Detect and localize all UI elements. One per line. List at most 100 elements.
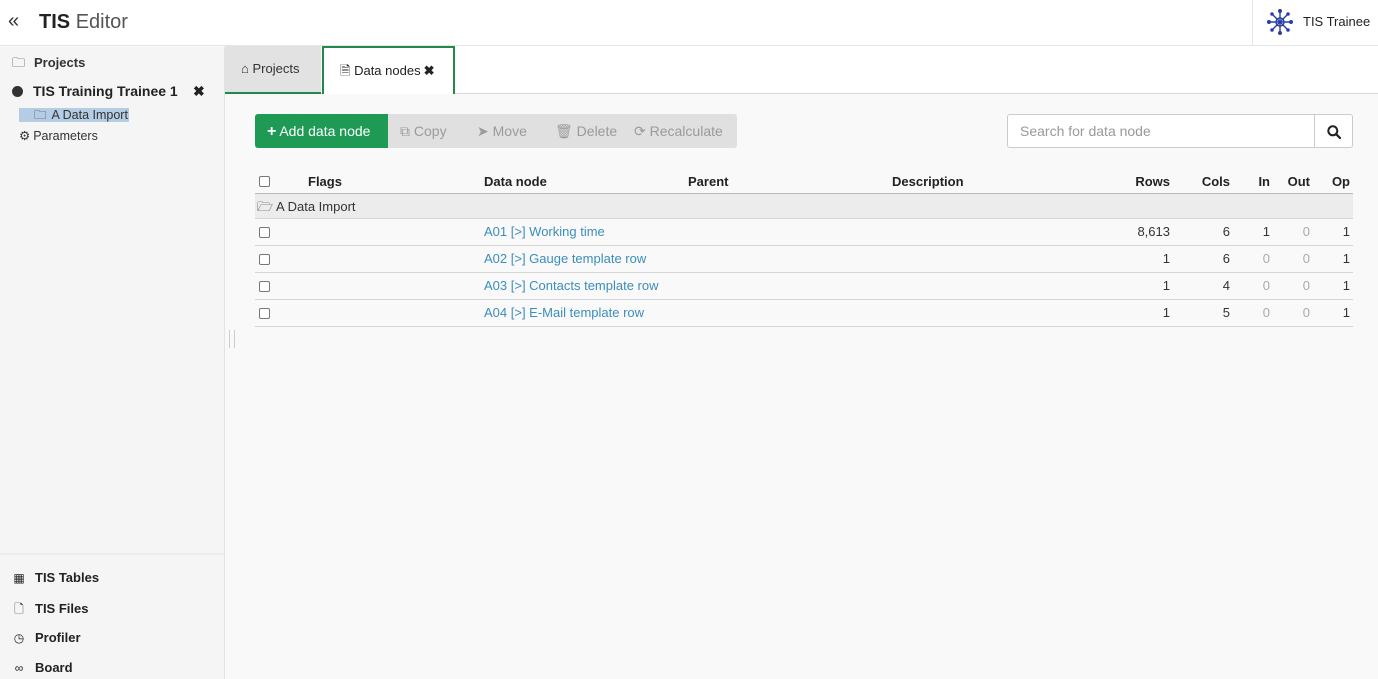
cell-rows: 1	[1162, 278, 1170, 293]
user-menu[interactable]: TIS Trainee	[1252, 0, 1378, 46]
data-node-link[interactable]: A04 [>] E-Mail template row	[484, 305, 644, 320]
search-input[interactable]	[1007, 114, 1315, 148]
sidebar-item-board[interactable]: ∞ Board	[12, 660, 73, 675]
recalculate-button[interactable]: ⟳ Recalculate	[634, 114, 723, 148]
project-dot-icon	[12, 86, 23, 97]
row-checkbox[interactable]	[259, 308, 270, 319]
app-title: TIS Editor	[39, 11, 128, 33]
cell-op: 1	[1342, 305, 1350, 320]
folder-icon: 🗀	[34, 108, 47, 122]
delete-button[interactable]: 🗑 Delete	[555, 114, 617, 148]
user-name[interactable]: TIS Trainee	[1303, 14, 1370, 29]
app-title-light: Editor	[75, 11, 128, 33]
move-button[interactable]: ➤ Move	[477, 114, 527, 148]
cell-in: 0	[1262, 278, 1270, 293]
move-label: Move	[492, 123, 527, 139]
header-rows[interactable]: Rows	[1095, 174, 1170, 189]
cell-in: 0	[1262, 305, 1270, 320]
cell-rows: 1	[1162, 305, 1170, 320]
trash-icon: 🗑	[555, 123, 573, 139]
parameters-label: Parameters	[33, 129, 98, 143]
sidebar-item-tis-tables[interactable]: ▦ TIS Tables	[12, 570, 99, 585]
select-all-checkbox[interactable]	[259, 176, 270, 187]
header-op[interactable]: Op	[1310, 174, 1350, 189]
sidebar-item-tis-files[interactable]: 🗋 TIS Files	[12, 600, 88, 621]
table-row[interactable]: A01 [>] Working time 8,613 6 1 0 1	[255, 219, 1353, 246]
search-icon	[1327, 125, 1341, 139]
sidebar-item-label: TIS Files	[35, 601, 89, 616]
cell-out: 0	[1302, 305, 1310, 320]
cell-out: 0	[1302, 251, 1310, 266]
double-chevron-left-icon[interactable]: «	[8, 11, 19, 31]
cell-op: 1	[1342, 251, 1350, 266]
search-button[interactable]	[1314, 114, 1353, 148]
row-checkbox[interactable]	[259, 254, 270, 265]
header-parent[interactable]: Parent	[688, 174, 728, 189]
sidebar-item-label: Board	[35, 660, 73, 675]
table-row[interactable]: A03 [>] Contacts template row 1 4 0 0 1	[255, 273, 1353, 300]
header-description[interactable]: Description	[892, 174, 964, 189]
sidebar-parameters[interactable]: ⚙ Parameters	[19, 128, 98, 143]
group-label: A Data Import	[276, 199, 356, 214]
plus-icon: +	[267, 123, 277, 140]
sidebar-folder-a-data-import[interactable]: 🗀 A Data Import	[19, 108, 129, 122]
cell-cols: 5	[1222, 305, 1230, 320]
cell-cols: 6	[1222, 251, 1230, 266]
cell-in: 0	[1262, 251, 1270, 266]
panel-resize-handle[interactable]	[229, 330, 235, 348]
tab-bar: ⌂ Projects 🗎 Data nodes ✖	[225, 46, 1378, 94]
tab-data-nodes[interactable]: 🗎 Data nodes ✖	[322, 46, 455, 94]
file-icon: 🗎	[340, 63, 351, 78]
sidebar-project[interactable]: TIS Training Trainee 1 ✖	[12, 83, 212, 99]
link-icon: ∞	[14, 661, 24, 675]
recalculate-label: Recalculate	[649, 123, 723, 139]
group-row[interactable]: 🗁 A Data Import	[255, 194, 1353, 219]
app-header: « TIS Editor TIS Trainee	[0, 0, 1378, 46]
row-checkbox[interactable]	[259, 227, 270, 238]
header-cols[interactable]: Cols	[1170, 174, 1230, 189]
action-toolbar: + Add data node ⧉ Copy ➤ Move 🗑 Delete ⟳ …	[255, 114, 737, 148]
cell-in: 1	[1262, 224, 1270, 239]
header-flags[interactable]: Flags	[308, 174, 342, 189]
close-tab-icon[interactable]: ✖	[424, 63, 435, 78]
close-project-icon[interactable]: ✖	[193, 83, 205, 100]
sidebar-bottom-nav: ▦ TIS Tables 🗋 TIS Files ◷ Profiler ∞ Board	[0, 553, 224, 679]
file-icon: 🗋	[14, 602, 24, 616]
delete-label: Delete	[576, 123, 618, 139]
project-name: TIS Training Trainee 1	[33, 83, 178, 99]
network-logo-icon	[1267, 9, 1293, 35]
header-out[interactable]: Out	[1270, 174, 1310, 189]
folder-icon: 🗀	[12, 55, 26, 70]
tab-projects[interactable]: ⌂ Projects	[225, 46, 321, 94]
cell-rows: 1	[1162, 251, 1170, 266]
data-node-link[interactable]: A02 [>] Gauge template row	[484, 251, 646, 266]
sidebar-item-profiler[interactable]: ◷ Profiler	[12, 630, 81, 645]
folder-label: A Data Import	[51, 108, 128, 122]
header-data-node[interactable]: Data node	[484, 174, 547, 189]
cell-op: 1	[1342, 278, 1350, 293]
cell-cols: 6	[1222, 224, 1230, 239]
data-node-link[interactable]: A01 [>] Working time	[484, 224, 605, 239]
cell-out: 0	[1302, 278, 1310, 293]
cell-cols: 4	[1222, 278, 1230, 293]
row-checkbox[interactable]	[259, 281, 270, 292]
copy-label: Copy	[413, 123, 447, 139]
folder-open-icon: 🗁	[257, 199, 274, 214]
add-data-node-button[interactable]: + Add data node	[255, 114, 388, 148]
data-node-link[interactable]: A03 [>] Contacts template row	[484, 278, 659, 293]
header-in[interactable]: In	[1230, 174, 1270, 189]
gear-icon: ⚙	[19, 129, 31, 143]
table-row[interactable]: A02 [>] Gauge template row 1 6 0 0 1	[255, 246, 1353, 273]
cell-rows: 8,613	[1137, 224, 1170, 239]
app-title-bold: TIS	[39, 11, 71, 33]
add-data-node-label: Add data node	[279, 123, 371, 139]
tab-label: Projects	[252, 61, 300, 76]
clock-icon: ◷	[13, 631, 25, 645]
sidebar-projects[interactable]: 🗀 Projects	[12, 54, 85, 76]
table-header: Flags Data node Parent Description Rows …	[255, 170, 1353, 194]
table-icon: ▦	[13, 571, 25, 585]
copy-button[interactable]: ⧉ Copy	[400, 114, 447, 148]
table-row[interactable]: A04 [>] E-Mail template row 1 5 0 0 1	[255, 300, 1353, 327]
sidebar-projects-label: Projects	[34, 55, 86, 70]
cell-out: 0	[1302, 224, 1310, 239]
